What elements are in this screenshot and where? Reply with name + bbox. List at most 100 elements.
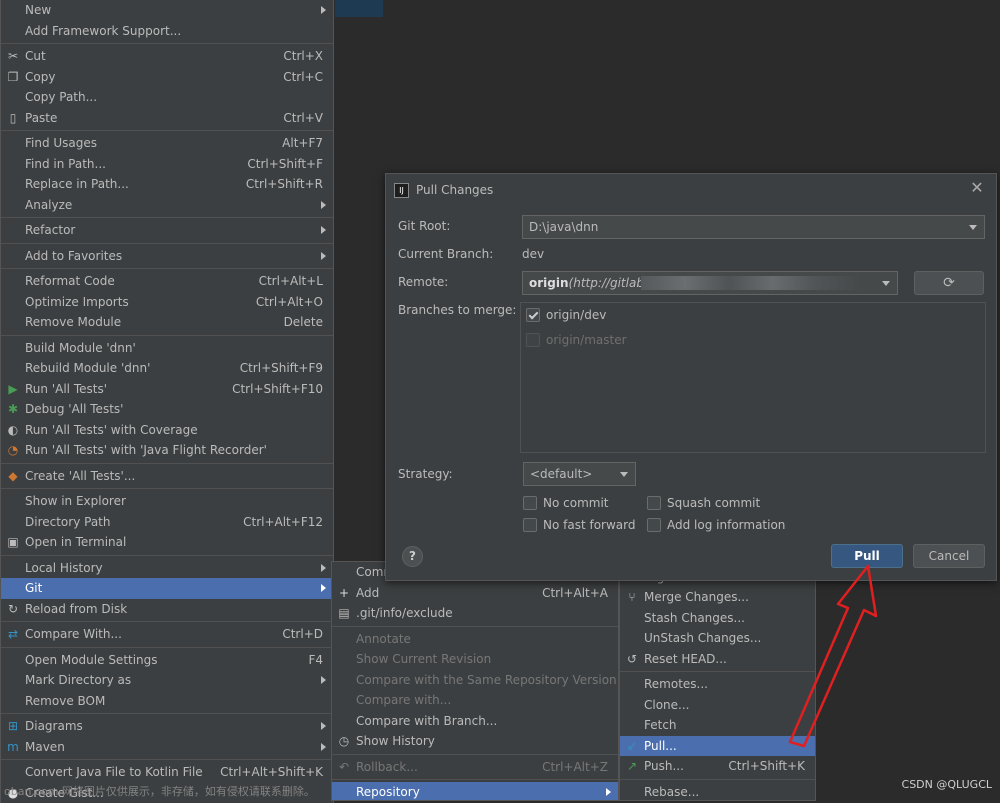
plus-icon: +	[338, 585, 350, 600]
terminal-icon: ▣	[7, 535, 19, 549]
context-menu-item-debug-all-tests[interactable]: ✱ Debug 'All Tests'	[1, 399, 333, 420]
refresh-remote-button[interactable]: ⟳	[914, 271, 984, 295]
maven-icon: m	[7, 739, 19, 754]
context-menu-item-build-module-dnn[interactable]: Build Module 'dnn'	[1, 338, 333, 359]
context-menu-item-open-module-settings[interactable]: Open Module Settings F4	[1, 650, 333, 671]
context-menu-item-reload-from-disk[interactable]: ↻ Reload from Disk	[1, 599, 333, 620]
menu-item-label: Remove Module	[25, 315, 122, 329]
menu-item-label: Compare with...	[356, 693, 452, 707]
git-menu-item-add[interactable]: + Add Ctrl+Alt+A	[332, 583, 618, 604]
menu-item-label: Show History	[356, 734, 435, 748]
git-menu-item-annotate[interactable]: Annotate	[332, 629, 618, 650]
run-icon: ▶	[8, 381, 18, 396]
context-menu-item-paste[interactable]: ▯ Paste Ctrl+V	[1, 108, 333, 129]
context-menu-item-replace-in-path[interactable]: Replace in Path... Ctrl+Shift+R	[1, 174, 333, 195]
no-fast-forward-checkbox[interactable]	[523, 518, 537, 532]
context-menu-item-find-usages[interactable]: Find Usages Alt+F7	[1, 133, 333, 154]
pull-changes-dialog: IJ Pull Changes ✕ Git Root: D:\java\dnn …	[385, 173, 997, 581]
menu-item-shortcut: Ctrl+Shift+F9	[239, 361, 323, 375]
file-icon: ▤	[338, 606, 350, 620]
branch-checkbox-origin-master[interactable]	[526, 333, 540, 347]
menu-item-shortcut: Ctrl+C	[283, 69, 323, 84]
strategy-label: Strategy:	[398, 467, 453, 481]
context-menu-item-mark-directory-as[interactable]: Mark Directory as	[1, 670, 333, 691]
context-menu-item-optimize-imports[interactable]: Optimize Imports Ctrl+Alt+O	[1, 292, 333, 313]
strategy-dropdown[interactable]: <default>	[523, 462, 636, 486]
menu-item-label: Pull...	[644, 738, 677, 753]
context-menu-item-show-in-explorer[interactable]: Show in Explorer	[1, 491, 333, 512]
menu-item-shortcut: Ctrl+V	[283, 110, 323, 125]
no-commit-checkbox[interactable]	[523, 496, 537, 510]
git-menu-item-git-info-exclude[interactable]: ▤ .git/info/exclude	[332, 603, 618, 624]
red-arrow-shape	[788, 564, 878, 748]
menu-item-label: Fetch	[644, 718, 677, 732]
context-menu-item-run-all-tests-with-java-flight-recorder[interactable]: ◔ Run 'All Tests' with 'Java Flight Recor…	[1, 440, 333, 461]
context-menu-item-maven[interactable]: m Maven	[1, 737, 333, 758]
help-icon[interactable]: ?	[402, 546, 423, 567]
chevron-down-icon	[620, 472, 628, 477]
context-menu-item-compare-with[interactable]: ⇄ Compare With... Ctrl+D	[1, 624, 333, 645]
git-root-dropdown[interactable]: D:\java\dnn	[522, 215, 985, 239]
submenu-arrow-icon	[321, 584, 326, 592]
context-menu-item-analyze[interactable]: Analyze	[1, 195, 333, 216]
menu-item-shortcut: Delete	[283, 315, 323, 329]
menu-item-label: New	[25, 3, 52, 17]
context-menu-item-copy-path[interactable]: Copy Path...	[1, 87, 333, 108]
context-menu-item-local-history[interactable]: Local History	[1, 558, 333, 579]
context-menu-item-create-all-tests[interactable]: ◆ Create 'All Tests'...	[1, 466, 333, 487]
squash-commit-checkbox[interactable]	[647, 496, 661, 510]
repo-menu-item-rebase[interactable]: Rebase...	[620, 782, 815, 801]
menu-item-label: Push...	[644, 759, 684, 773]
menu-item-label: Run 'All Tests'	[25, 381, 107, 396]
add-log-information-label: Add log information	[667, 518, 786, 532]
context-menu-item-reformat-code[interactable]: Reformat Code Ctrl+Alt+L	[1, 271, 333, 292]
add-log-information-checkbox[interactable]	[647, 518, 661, 532]
menu-item-shortcut: Ctrl+Alt+Z	[542, 759, 608, 774]
context-menu-item-new[interactable]: New	[1, 0, 333, 21]
context-menu-item-remove-bom[interactable]: Remove BOM	[1, 691, 333, 712]
cancel-button[interactable]: Cancel	[913, 544, 985, 568]
context-menu-item-run-all-tests[interactable]: ▶ Run 'All Tests' Ctrl+Shift+F10	[1, 379, 333, 400]
context-menu-item-find-in-path[interactable]: Find in Path... Ctrl+Shift+F	[1, 154, 333, 175]
diagram-icon: ⊞	[7, 719, 19, 733]
submenu-arrow-icon	[321, 742, 326, 751]
branch-checkbox-origin-dev[interactable]	[526, 308, 540, 322]
context-menu-item-directory-path[interactable]: Directory Path Ctrl+Alt+F12	[1, 512, 333, 533]
menu-item-label: Reload from Disk	[25, 601, 128, 616]
annotation-arrow	[788, 564, 878, 748]
menu-item-label: Create 'All Tests'...	[25, 468, 136, 483]
context-menu-item-add-framework-support[interactable]: Add Framework Support...	[1, 21, 333, 42]
context-menu-item-open-in-terminal[interactable]: ▣ Open in Terminal	[1, 532, 333, 553]
menu-item-label: Copy	[25, 69, 56, 84]
context-menu-item-diagrams[interactable]: ⊞ Diagrams	[1, 716, 333, 737]
context-menu-item-convert-java-file-to-kotlin-file[interactable]: Convert Java File to Kotlin File Ctrl+Alt…	[1, 762, 333, 783]
context-menu-item-add-to-favorites[interactable]: Add to Favorites	[1, 246, 333, 267]
context-menu-item-git[interactable]: Git	[1, 578, 333, 599]
context-menu-item-remove-module[interactable]: Remove Module Delete	[1, 312, 333, 333]
git-menu-item-show-history[interactable]: ◷ Show History	[332, 731, 618, 752]
submenu-arrow-icon	[321, 563, 326, 572]
menu-item-label: Rebase...	[644, 784, 700, 799]
git-menu-item-compare-with-the-same-repository-version[interactable]: Compare with the Same Repository Version	[332, 670, 618, 691]
branches-to-merge-label: Branches to merge:	[398, 303, 517, 317]
git-menu-item-compare-with-branch[interactable]: Compare with Branch...	[332, 711, 618, 732]
menu-item-label: Compare With...	[25, 627, 122, 641]
repo-menu-item-push[interactable]: ↗ Push... Ctrl+Shift+K	[620, 756, 815, 777]
menu-item-label: Clone...	[644, 697, 690, 712]
remote-dropdown[interactable]: origin(http://gitlab	[522, 271, 898, 295]
git-menu-item-show-current-revision[interactable]: Show Current Revision	[332, 649, 618, 670]
menu-item-label: Analyze	[25, 197, 73, 212]
context-menu-item-run-all-tests-with-coverage[interactable]: ◐ Run 'All Tests' with Coverage	[1, 420, 333, 441]
close-icon[interactable]: ✕	[968, 179, 986, 197]
git-menu-item-compare-with[interactable]: Compare with...	[332, 690, 618, 711]
menu-item-label: Remove BOM	[25, 693, 106, 708]
context-menu-item-cut[interactable]: ✂ Cut Ctrl+X	[1, 46, 333, 67]
context-menu-item-rebuild-module-dnn[interactable]: Rebuild Module 'dnn' Ctrl+Shift+F9	[1, 358, 333, 379]
menu-item-label: Replace in Path...	[25, 177, 129, 191]
context-menu-item-refactor[interactable]: Refactor	[1, 220, 333, 241]
git-menu-item-rollback[interactable]: ↶ Rollback... Ctrl+Alt+Z	[332, 757, 618, 778]
context-menu-item-copy[interactable]: ❐ Copy Ctrl+C	[1, 67, 333, 88]
menu-item-label: Add	[356, 585, 380, 600]
strategy-value: <default>	[530, 467, 593, 481]
menu-item-shortcut: Ctrl+Alt+A	[542, 585, 608, 600]
